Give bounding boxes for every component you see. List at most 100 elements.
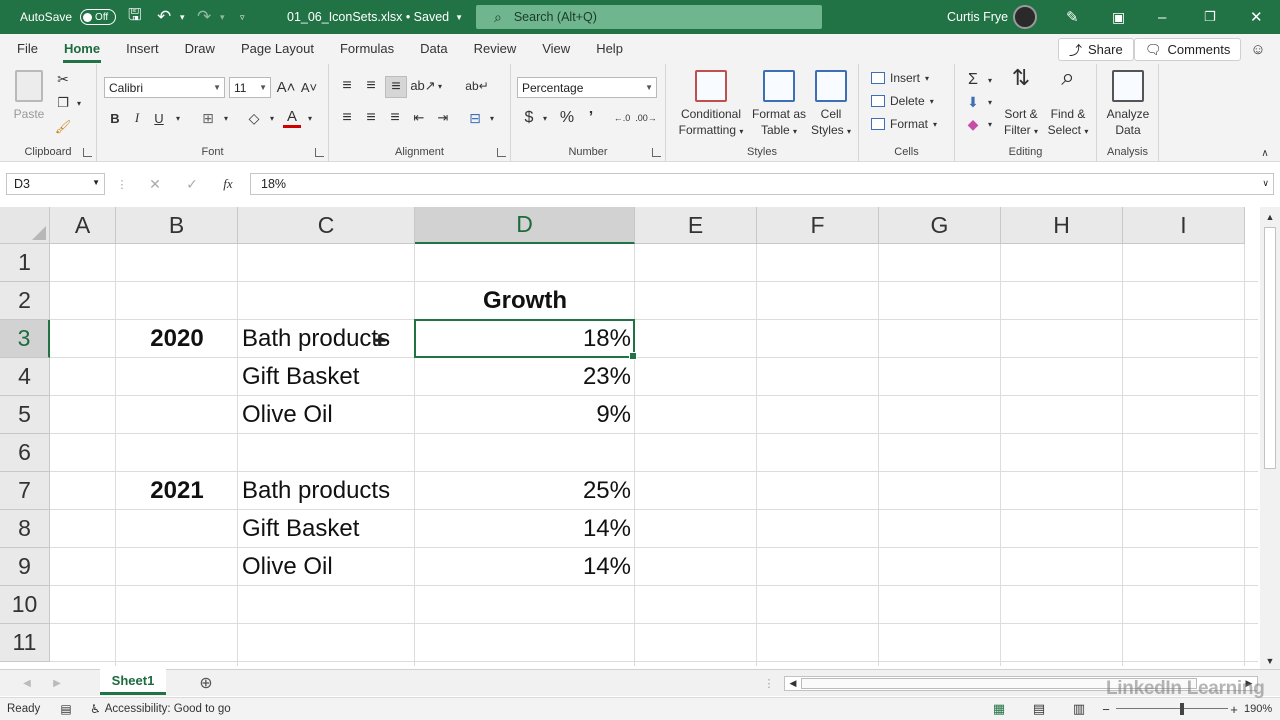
font-size-select[interactable]: 11 ▼ — [229, 77, 271, 98]
zoom-level[interactable]: 190% — [1244, 703, 1272, 715]
copy-dropdown-icon[interactable]: ▾ — [74, 94, 84, 112]
select-all-corner[interactable] — [0, 207, 50, 244]
row-header-7[interactable]: 7 — [0, 472, 50, 510]
scroll-right-icon[interactable]: ▶ — [1243, 677, 1255, 690]
number-format-select[interactable]: Percentage ▼ — [517, 77, 657, 98]
underline-dropdown-icon[interactable]: ▾ — [173, 108, 183, 128]
autosum-icon[interactable]: Σ — [963, 70, 983, 90]
user-name[interactable]: Curtis Frye — [947, 0, 1008, 34]
cell-d7[interactable]: 25% — [415, 472, 635, 510]
cell-c4[interactable]: Gift Basket — [238, 358, 415, 396]
cell-b7[interactable]: 2021 — [116, 472, 238, 510]
column-header-g[interactable]: G — [879, 207, 1001, 244]
decrease-font-icon[interactable]: A˅ — [299, 77, 319, 98]
name-box[interactable]: D3 ▼ — [6, 173, 105, 195]
vertical-scrollbar[interactable]: ▲ ▼ — [1260, 207, 1280, 669]
comments-button[interactable]: 🗨 Comments — [1134, 38, 1242, 61]
row-header-6[interactable]: 6 — [0, 434, 50, 472]
tab-draw[interactable]: Draw — [172, 34, 228, 64]
column-header-d[interactable]: D — [415, 207, 635, 244]
tab-home[interactable]: Home — [51, 34, 113, 64]
close-icon[interactable]: ✕ — [1250, 0, 1263, 34]
wrap-text-icon[interactable]: ab↵ — [465, 76, 488, 96]
cell-b3[interactable]: 2020 — [116, 320, 238, 358]
format-painter-icon[interactable]: 🖌 — [54, 118, 72, 136]
scroll-left-icon[interactable]: ◀ — [787, 677, 799, 690]
customize-toolbar-icon[interactable]: ▿ — [240, 0, 245, 34]
cell-c3[interactable]: Bath products — [238, 320, 415, 358]
font-family-select[interactable]: Calibri ▼ — [104, 77, 225, 98]
undo-dropdown-icon[interactable]: ▾ — [180, 0, 185, 34]
cut-icon[interactable]: ✂ — [54, 70, 72, 88]
expand-formula-icon[interactable]: ∨ — [1262, 178, 1269, 189]
align-top-icon[interactable]: ≡ — [337, 76, 357, 96]
percent-style-icon[interactable]: % — [557, 108, 577, 128]
insert-function-icon[interactable]: fx — [218, 174, 238, 194]
autosave-toggle[interactable]: Off — [80, 9, 117, 25]
tab-formulas[interactable]: Formulas — [327, 34, 407, 64]
cell-d9[interactable]: 14% — [415, 548, 635, 586]
tab-view[interactable]: View — [529, 34, 583, 64]
new-sheet-icon[interactable]: ⊕ — [196, 673, 216, 693]
merge-center-icon[interactable]: ⊟ — [465, 108, 485, 128]
font-color-icon[interactable]: A — [283, 108, 301, 128]
borders-dropdown-icon[interactable]: ▾ — [221, 108, 231, 128]
active-cell-selection[interactable] — [414, 319, 637, 360]
scroll-up-icon[interactable]: ▲ — [1263, 210, 1277, 224]
minimize-icon[interactable]: – — [1158, 0, 1166, 34]
sheet-tab-sheet1[interactable]: Sheet1 — [100, 669, 166, 695]
redo-dropdown-icon[interactable]: ▾ — [220, 0, 225, 34]
fill-dropdown-icon[interactable]: ▾ — [267, 108, 277, 128]
redo-icon[interactable]: ↷ — [197, 0, 211, 34]
row-header-9[interactable]: 9 — [0, 548, 50, 586]
tab-file[interactable]: File — [4, 34, 51, 64]
cell-c7[interactable]: Bath products — [238, 472, 415, 510]
number-launcher-icon[interactable] — [652, 148, 661, 157]
insert-cells-button[interactable]: Insert ▾ — [871, 71, 929, 85]
paste-button[interactable]: Paste — [10, 70, 48, 122]
conditional-formatting-button[interactable]: Conditional Formatting ▾ — [672, 70, 750, 140]
ribbon-display-icon[interactable]: ▣ — [1112, 0, 1125, 34]
currency-dropdown-icon[interactable]: ▾ — [540, 108, 550, 128]
fill-dropdown-icon[interactable]: ▾ — [985, 92, 995, 112]
increase-indent-icon[interactable]: ⇥ — [433, 108, 453, 128]
account-avatar[interactable] — [1013, 0, 1037, 34]
accessibility-status[interactable]: ♿ Accessibility: Good to go — [90, 702, 231, 716]
row-header-11[interactable]: 11 — [0, 624, 50, 662]
cell-styles-button[interactable]: Cell Styles ▾ — [808, 70, 854, 140]
save-icon[interactable]: 🖫 — [128, 0, 142, 34]
increase-decimal-icon[interactable]: ←.0 — [611, 108, 633, 128]
copy-icon[interactable]: ❐ — [54, 94, 72, 112]
search-box[interactable]: ⌕ Search (Alt+Q) — [476, 5, 822, 29]
row-header-8[interactable]: 8 — [0, 510, 50, 548]
format-cells-button[interactable]: Format ▾ — [871, 117, 937, 131]
smiley-feedback-icon[interactable]: ☺ — [1248, 38, 1268, 60]
sort-filter-button[interactable]: ⇅ Sort & Filter ▾ — [999, 67, 1043, 140]
cell-d5[interactable]: 9% — [415, 396, 635, 434]
clipboard-launcher-icon[interactable] — [83, 148, 92, 157]
cell-d2[interactable]: Growth — [415, 282, 635, 320]
row-header-4[interactable]: 4 — [0, 358, 50, 396]
align-right-icon[interactable]: ≡ — [385, 108, 405, 128]
page-layout-view-icon[interactable]: ▤ — [1030, 701, 1048, 717]
tab-split-icon[interactable]: ⋮ — [762, 675, 776, 691]
align-center-icon[interactable]: ≡ — [361, 108, 381, 128]
cell-c5[interactable]: Olive Oil — [238, 396, 415, 434]
borders-icon[interactable]: ⊞ — [199, 108, 217, 128]
cell-c8[interactable]: Gift Basket — [238, 510, 415, 548]
delete-cells-button[interactable]: Delete ▾ — [871, 94, 934, 108]
column-header-b[interactable]: B — [116, 207, 238, 244]
zoom-slider-thumb[interactable] — [1180, 703, 1184, 715]
decrease-decimal-icon[interactable]: .00→ — [635, 108, 657, 128]
row-header-3[interactable]: 3 — [0, 320, 50, 358]
orientation-dropdown-icon[interactable]: ▾ — [435, 76, 445, 96]
autosave-control[interactable]: AutoSave Off — [20, 0, 117, 34]
find-select-button[interactable]: ⌕ Find & Select ▾ — [1043, 66, 1093, 140]
italic-icon[interactable]: I — [129, 108, 145, 128]
restore-icon[interactable]: ❐ — [1204, 0, 1216, 34]
underline-icon[interactable]: U — [151, 108, 167, 128]
cell-d8[interactable]: 14% — [415, 510, 635, 548]
cell-c9[interactable]: Olive Oil — [238, 548, 415, 586]
row-header-10[interactable]: 10 — [0, 586, 50, 624]
align-left-icon[interactable]: ≡ — [337, 108, 357, 128]
